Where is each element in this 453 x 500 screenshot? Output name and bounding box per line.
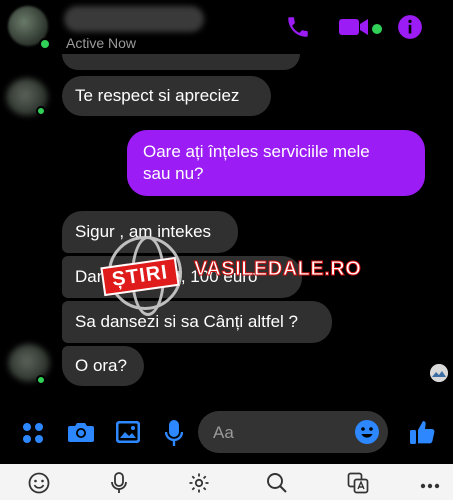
message-composer: Aa [0,402,453,464]
translate-icon[interactable] [347,472,369,499]
keyboard-toolbar [0,464,453,500]
contact-name-blurred[interactable] [64,6,204,32]
message-input[interactable]: Aa [198,411,388,453]
voice-input-icon[interactable] [110,472,128,499]
online-indicator [36,106,46,116]
apps-icon[interactable] [22,422,44,449]
camera-icon[interactable] [67,420,95,449]
phone-icon[interactable] [285,14,311,45]
message-text: O ora? [75,356,127,375]
search-icon[interactable] [266,472,288,499]
message-bubble-in[interactable]: Te respect si apreciez [62,76,271,116]
message-text: Oare ați înțeles serviciile mele sau nu? [143,142,370,183]
thumbs-up-icon[interactable] [408,418,436,451]
video-icon[interactable] [338,14,372,45]
message-input-placeholder: Aa [213,423,234,442]
emoji-keyboard-icon[interactable] [28,472,50,499]
microphone-icon[interactable] [164,419,184,452]
emoji-icon[interactable] [355,420,379,449]
chat-header: Active Now [0,0,453,62]
active-status: Active Now [66,35,137,51]
message-bubble-in[interactable]: O ora? [62,346,144,386]
previous-message-bubble [62,54,300,70]
online-indicator [36,375,46,385]
more-icon[interactable] [420,476,440,494]
settings-icon[interactable] [188,472,210,499]
read-receipt-icon [430,364,448,382]
watermark-site: VASILEDALE.RO [193,258,362,281]
info-icon[interactable] [397,14,423,45]
watermark: ȘTIRI VASILEDALE.RO [98,236,398,316]
message-bubble-out[interactable]: Oare ați înțeles serviciile mele sau nu? [127,130,425,196]
gallery-icon[interactable] [115,420,141,449]
video-online-dot [372,24,382,34]
message-text: Te respect si apreciez [75,86,240,105]
online-indicator [39,38,51,50]
